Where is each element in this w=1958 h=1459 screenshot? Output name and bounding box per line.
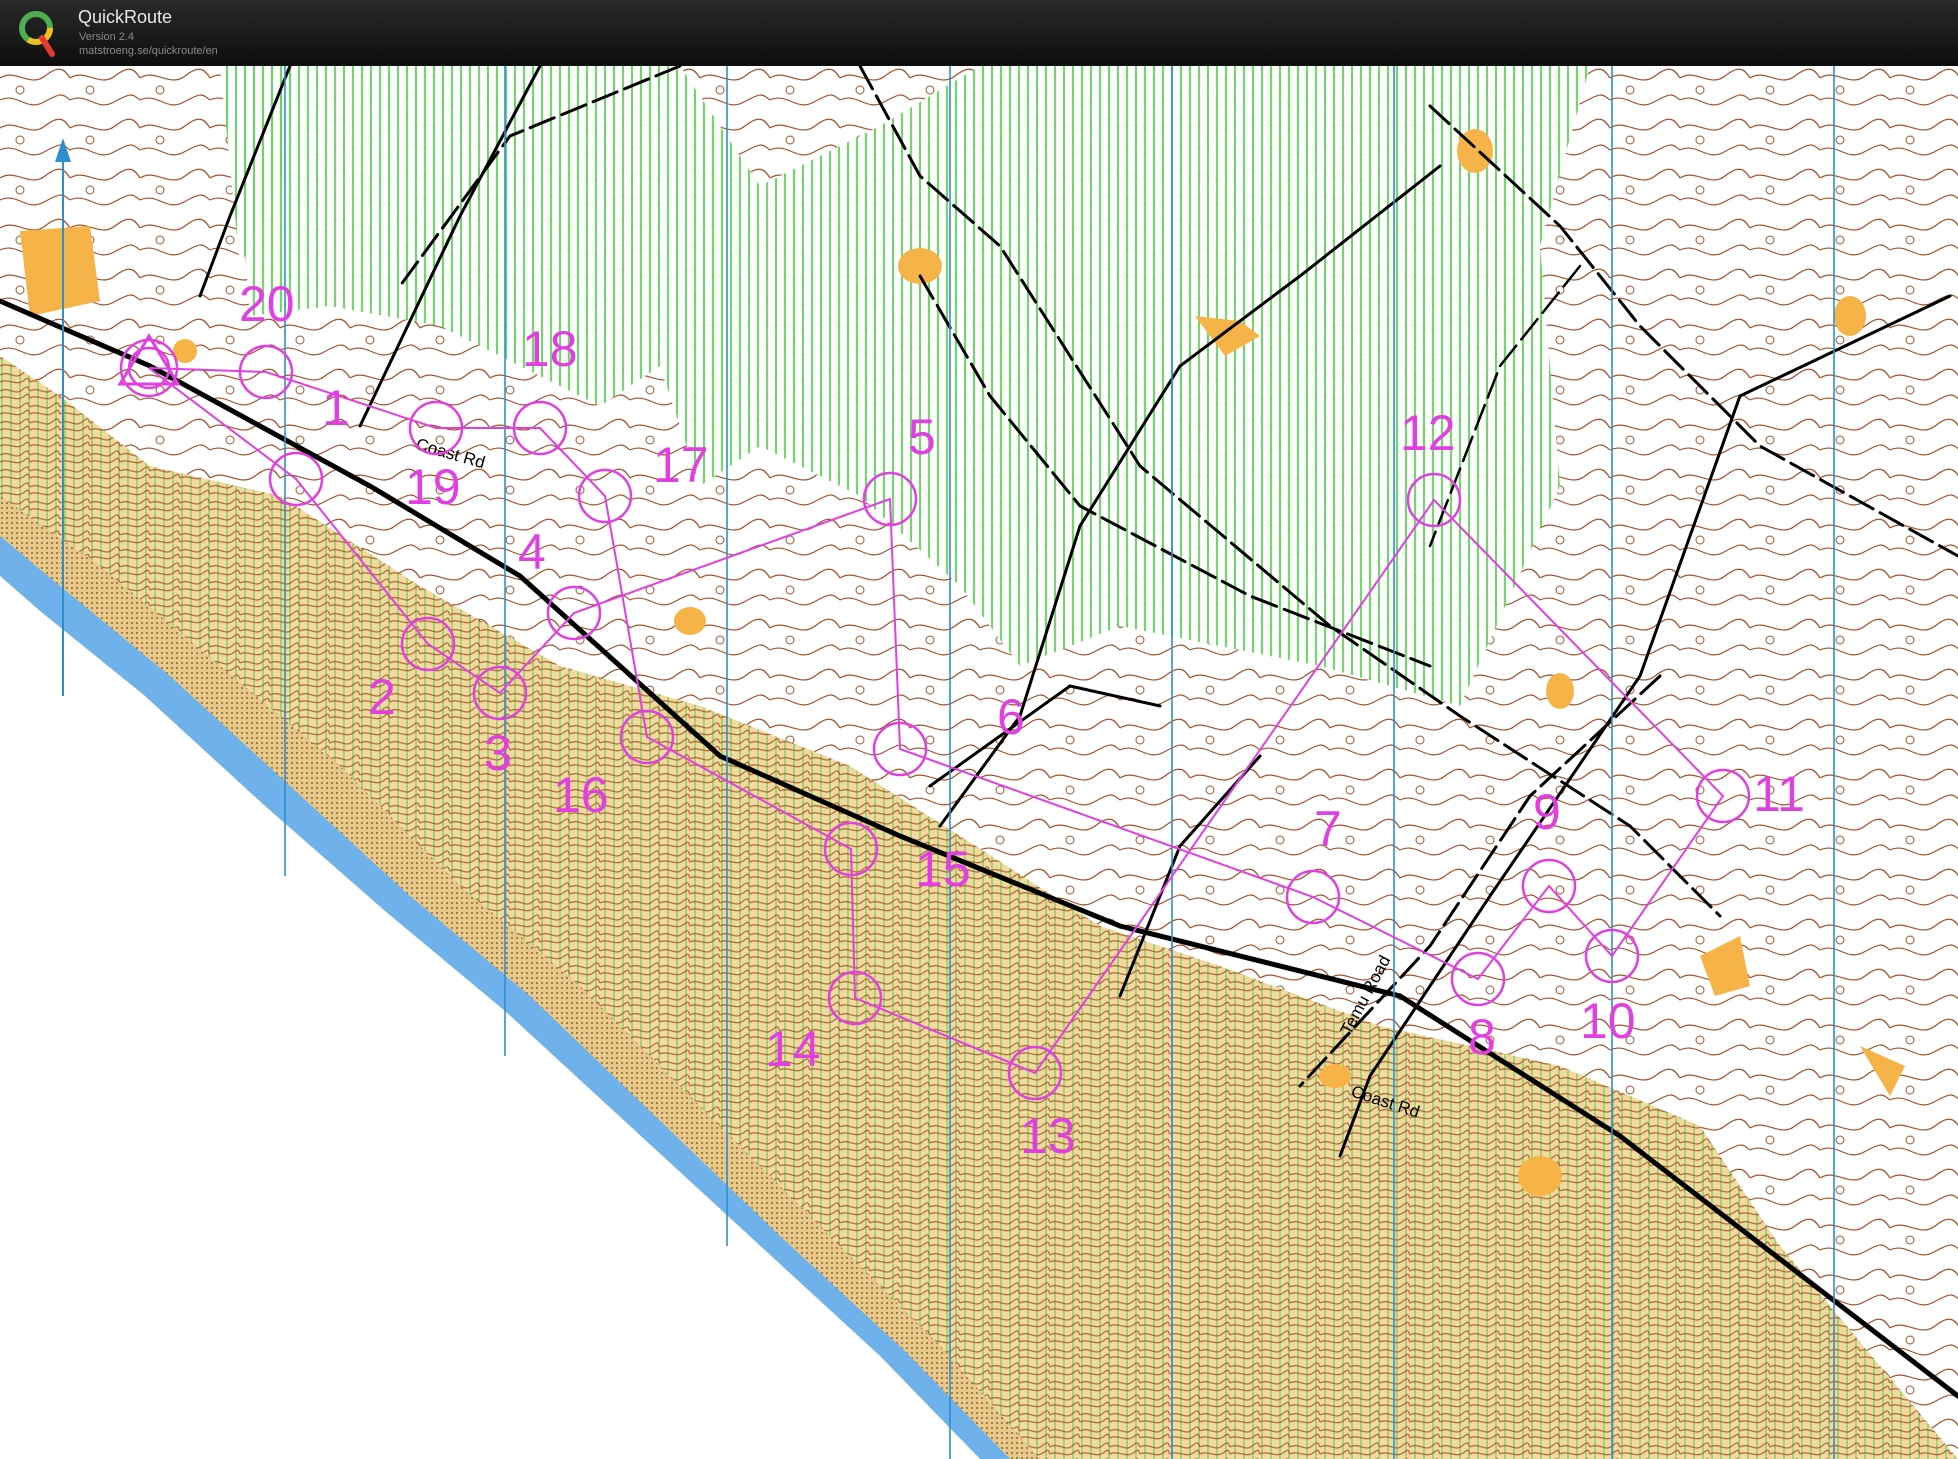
control-number-12: 12: [1400, 405, 1456, 461]
control-number-17: 17: [653, 437, 709, 493]
control-number-3: 3: [484, 725, 512, 781]
title-bar: QuickRoute Version 2.4 matstroeng.se/qui…: [0, 0, 1958, 66]
control-number-2: 2: [368, 669, 396, 725]
control-number-1: 1: [322, 380, 350, 436]
control-number-13: 13: [1020, 1108, 1076, 1164]
control-number-5: 5: [908, 409, 936, 465]
app-title: QuickRoute: [78, 7, 173, 27]
quickroute-logo-icon: [19, 11, 55, 57]
control-number-10: 10: [1580, 993, 1636, 1049]
control-number-9: 9: [1533, 784, 1561, 840]
control-number-14: 14: [765, 1021, 821, 1077]
control-number-4: 4: [518, 524, 546, 580]
control-number-18: 18: [522, 321, 578, 377]
control-number-6: 6: [997, 689, 1025, 745]
control-number-8: 8: [1468, 1009, 1496, 1065]
app-url: matstroeng.se/quickroute/en: [79, 45, 218, 57]
control-number-15: 15: [915, 841, 971, 897]
control-number-16: 16: [553, 767, 609, 823]
control-number-20: 20: [239, 276, 295, 332]
app-version: Version 2.4: [79, 31, 135, 43]
orienteering-map[interactable]: Coast Rd Coast Rd Temu Road 1 2 3 4 5 6 …: [0, 66, 1958, 1459]
control-number-7: 7: [1314, 801, 1342, 857]
control-number-11: 11: [1753, 766, 1805, 822]
control-number-19: 19: [405, 459, 461, 515]
